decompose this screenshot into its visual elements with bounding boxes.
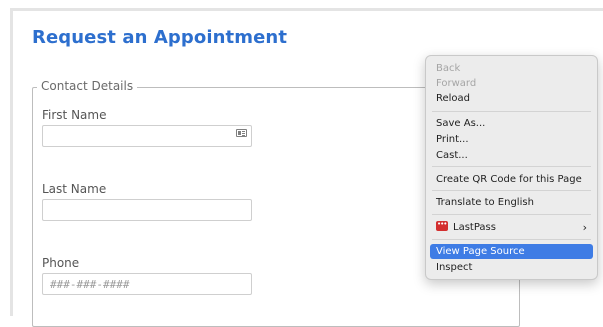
menu-item-inspect[interactable]: Inspect xyxy=(430,260,593,275)
context-menu: Back Forward Reload Save As... Print... … xyxy=(425,55,598,280)
menu-separator xyxy=(432,190,591,191)
first-name-field[interactable] xyxy=(42,125,252,147)
chevron-right-icon: › xyxy=(582,221,587,234)
menu-separator xyxy=(432,166,591,167)
lastpass-label: LastPass xyxy=(453,222,496,233)
menu-item-reload[interactable]: Reload xyxy=(430,91,593,106)
contact-details-legend: Contact Details xyxy=(37,79,138,93)
menu-item-cast[interactable]: Cast... xyxy=(430,148,593,163)
menu-item-view-page-source[interactable]: View Page Source xyxy=(430,244,593,259)
last-name-label: Last Name xyxy=(42,182,107,196)
menu-separator xyxy=(432,239,591,240)
menu-item-translate[interactable]: Translate to English xyxy=(430,195,593,210)
menu-item-back[interactable]: Back xyxy=(430,61,593,76)
contact-card-icon[interactable] xyxy=(236,129,247,137)
menu-separator xyxy=(432,111,591,112)
menu-item-save-as[interactable]: Save As... xyxy=(430,116,593,131)
menu-item-print[interactable]: Print... xyxy=(430,132,593,147)
lastpass-icon xyxy=(436,217,448,232)
last-name-field[interactable] xyxy=(42,199,252,221)
phone-label: Phone xyxy=(42,256,80,270)
menu-item-lastpass[interactable]: LastPass › xyxy=(430,217,593,235)
menu-separator xyxy=(432,214,591,215)
page-title: Request an Appointment xyxy=(32,27,288,48)
phone-field[interactable] xyxy=(42,273,252,295)
first-name-label: First Name xyxy=(42,108,107,122)
menu-item-forward[interactable]: Forward xyxy=(430,76,593,91)
menu-item-create-qr-code[interactable]: Create QR Code for this Page xyxy=(430,172,593,187)
